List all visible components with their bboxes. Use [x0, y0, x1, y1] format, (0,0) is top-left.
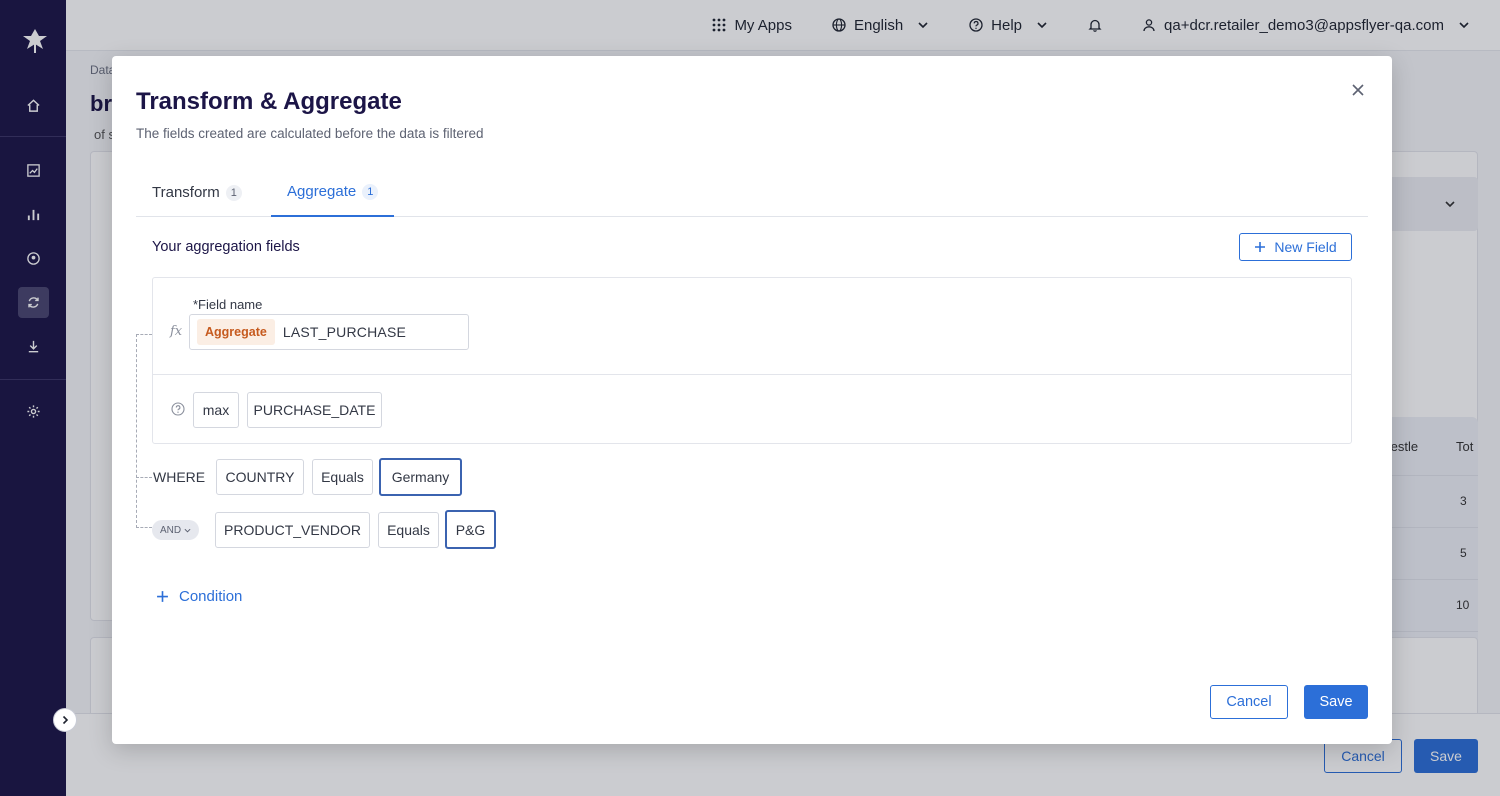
modal-tabs: Transform 1 Aggregate 1: [136, 168, 1368, 217]
close-icon[interactable]: [1350, 82, 1366, 98]
chevron-down-icon: [184, 528, 191, 533]
save-button[interactable]: Save: [1304, 685, 1368, 719]
condition-operator-select[interactable]: Equals: [378, 512, 439, 548]
condition-value-input[interactable]: Germany: [379, 458, 462, 496]
modal-title: Transform & Aggregate: [136, 88, 402, 115]
field-name-input[interactable]: Aggregate LAST_PURCHASE: [189, 314, 469, 350]
tab-count-badge: 1: [225, 184, 242, 201]
plus-icon: [1255, 242, 1266, 252]
chevron-right-icon: [62, 715, 69, 725]
tab-aggregate[interactable]: Aggregate 1: [271, 168, 395, 217]
logic-operator-toggle[interactable]: AND: [152, 520, 199, 540]
field-name-value: LAST_PURCHASE: [282, 324, 407, 340]
condition-column-select[interactable]: COUNTRY: [216, 459, 304, 495]
aggregate-column-select[interactable]: PURCHASE_DATE: [247, 392, 382, 428]
transform-aggregate-modal: Transform & Aggregate The fields created…: [112, 56, 1392, 744]
where-label: WHERE: [153, 469, 206, 485]
aggregate-function-select[interactable]: max: [193, 392, 239, 428]
cancel-button[interactable]: Cancel: [1210, 685, 1288, 719]
aggregation-field-card: *Field name fx Aggregate LAST_PURCHASE m…: [152, 277, 1352, 444]
condition-operator-select[interactable]: Equals: [312, 459, 373, 495]
help-circle-icon[interactable]: [171, 402, 185, 416]
condition-column-select[interactable]: PRODUCT_VENDOR: [215, 512, 370, 548]
add-condition-button[interactable]: Condition: [156, 588, 242, 605]
section-title: Your aggregation fields: [152, 239, 300, 255]
aggregate-tag: Aggregate: [197, 319, 275, 345]
tab-label: Transform: [152, 184, 220, 201]
condition-value-input[interactable]: P&G: [445, 510, 496, 549]
condition-connector-line: [136, 334, 152, 528]
modal-subtitle: The fields created are calculated before…: [136, 126, 484, 141]
tab-label: Aggregate: [287, 183, 357, 200]
new-field-label: New Field: [1274, 239, 1337, 255]
field-divider: [153, 374, 1351, 375]
field-name-label: *Field name: [193, 297, 263, 312]
plus-icon: [157, 591, 168, 602]
function-icon: fx: [170, 324, 183, 339]
tab-transform[interactable]: Transform 1: [152, 168, 242, 217]
sidebar-expand-button[interactable]: [53, 708, 77, 732]
new-field-button[interactable]: New Field: [1239, 233, 1352, 261]
add-condition-label: Condition: [179, 588, 243, 605]
logic-operator-label: AND: [159, 524, 182, 536]
condition-connector-line: [136, 477, 152, 478]
tab-count-badge: 1: [362, 183, 379, 200]
